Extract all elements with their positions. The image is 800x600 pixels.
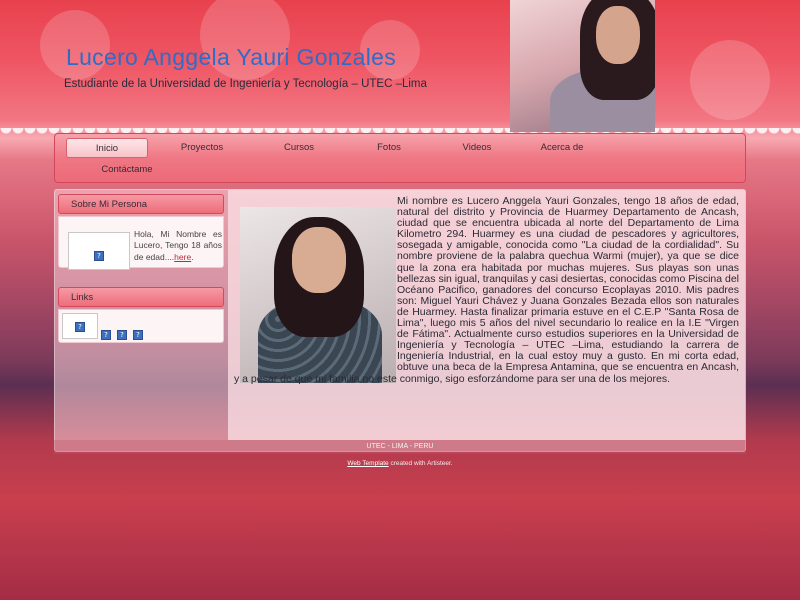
broken-image-icon[interactable]: ? — [117, 330, 127, 340]
nav-item-acerca-de[interactable]: Acerca de — [519, 138, 605, 158]
nav-item-fotos[interactable]: Fotos — [347, 138, 431, 158]
nav-item-proyectos[interactable]: Proyectos — [160, 138, 244, 158]
credit-text: created with Artisteer. — [388, 460, 453, 467]
nav-item-inicio[interactable]: Inicio — [66, 138, 148, 158]
nav-item-cursos[interactable]: Cursos — [257, 138, 341, 158]
header-bokeh — [690, 40, 770, 120]
template-credit: Web Template created with Artisteer. — [0, 460, 800, 467]
web-template-link[interactable]: Web Template — [347, 460, 388, 467]
header-profile-photo — [510, 0, 655, 132]
page-footer: UTEC - LIMA - PERU — [54, 440, 746, 454]
main-nav: Inicio Proyectos Cursos Fotos Videos Ace… — [54, 133, 746, 183]
about-here-link[interactable]: here — [174, 252, 191, 262]
about-image-placeholder: ? — [68, 232, 130, 270]
broken-image-icon[interactable]: ? — [133, 330, 143, 340]
sidebar-about-header: Sobre Mi Persona — [58, 194, 224, 214]
links-image-placeholder[interactable]: ? — [62, 313, 98, 339]
site-title: Lucero Anggela Yauri Gonzales — [66, 44, 397, 70]
broken-image-icon: ? — [75, 322, 85, 332]
broken-image-icon[interactable]: ? — [101, 330, 111, 340]
article-body: Mi nombre es Lucero Anggela Yauri Gonzal… — [234, 195, 739, 385]
sidebar-links-header: Links — [58, 287, 224, 307]
nav-item-contactame[interactable]: Contáctame — [85, 160, 169, 180]
nav-item-videos[interactable]: Videos — [433, 138, 521, 158]
broken-image-icon: ? — [94, 251, 104, 261]
site-slogan: Estudiante de la Universidad de Ingenier… — [64, 78, 427, 90]
about-intro-text: Hola, Mi Nombre es Lucero, Tengo 18 años… — [134, 229, 222, 262]
